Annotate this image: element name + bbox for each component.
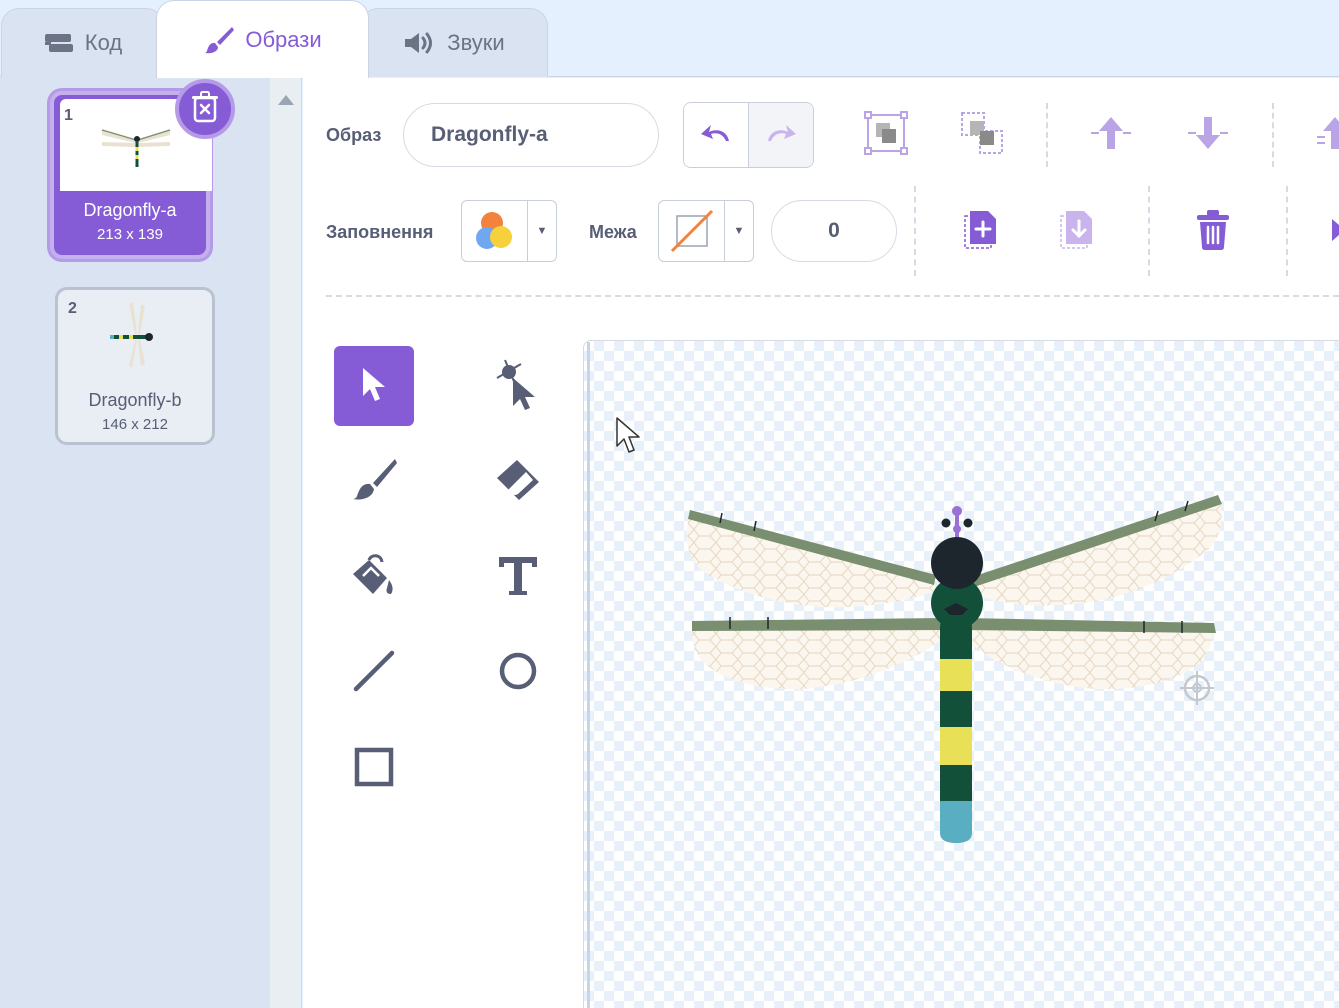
costume-name-input[interactable]: Dragonfly-a: [403, 103, 659, 167]
undo-button[interactable]: [684, 103, 749, 167]
flip-icon: [1329, 217, 1339, 248]
delete-costume-button[interactable]: [175, 79, 235, 139]
delete-button[interactable]: [1191, 208, 1235, 256]
paste-icon: [1058, 208, 1096, 257]
copy-button[interactable]: [959, 208, 1003, 256]
costume-size: 213 x 139: [97, 226, 163, 243]
redo-icon: [764, 121, 798, 150]
undo-icon: [699, 121, 733, 150]
costume-item[interactable]: 2 Dragonfly-b 146 x 212: [55, 287, 215, 445]
rectangle-icon: [352, 745, 396, 794]
tab-costumes-label: Образи: [245, 26, 322, 52]
fill-color-picker[interactable]: ▼: [461, 200, 557, 262]
fill-label: Заповнення: [326, 222, 434, 242]
ungroup-button[interactable]: [957, 110, 1007, 160]
rectangle-tool[interactable]: [334, 729, 414, 809]
costume-name: Dragonfly-b: [88, 390, 182, 410]
toolbar-divider: [1286, 186, 1288, 276]
code-icon: [43, 31, 75, 55]
eraser-tool[interactable]: [478, 442, 558, 522]
paint-editor: Образ Dragonfly-a Заповнення ▼ Межа ▼ 0: [303, 78, 1339, 1008]
toolbar-divider: [1148, 186, 1150, 276]
ungroup-icon: [960, 111, 1004, 160]
chevron-down-icon: ▼: [536, 225, 548, 237]
tab-code-label: Код: [84, 30, 123, 55]
paint-bucket-icon: [349, 552, 399, 603]
costume-name-label: Образ: [326, 125, 382, 145]
arrow-up-icon: [1089, 113, 1133, 158]
front-button[interactable]: [1313, 110, 1339, 160]
costume-number: 2: [68, 300, 77, 317]
backward-button[interactable]: [1185, 110, 1231, 160]
editor-tabs: Код Образи Звуки: [0, 0, 1339, 78]
costume-number: 1: [64, 107, 73, 124]
forward-button[interactable]: [1088, 110, 1134, 160]
trash-icon: [1195, 209, 1231, 256]
chevron-down-icon: ▼: [733, 225, 745, 237]
copy-icon: [962, 208, 1000, 257]
scroll-up-arrow-icon[interactable]: [278, 95, 294, 105]
trash-icon: [190, 90, 220, 128]
tab-sounds[interactable]: Звуки: [360, 8, 548, 77]
tab-code[interactable]: Код: [1, 8, 164, 77]
brush-icon: [349, 457, 399, 508]
toolbar-separator: [326, 295, 1339, 297]
redo-button[interactable]: [749, 103, 813, 167]
text-tool[interactable]: [478, 537, 558, 617]
group-button[interactable]: [861, 110, 911, 160]
text-icon: [495, 553, 541, 602]
outline-width-input[interactable]: 0: [771, 200, 897, 262]
mouse-pointer-icon: [615, 416, 643, 461]
undo-redo-group: [683, 102, 814, 168]
flip-button[interactable]: [1329, 216, 1339, 248]
drawing-canvas[interactable]: [583, 340, 1339, 1008]
crosshair-icon: [1180, 671, 1214, 705]
outline-swatch-icon: [659, 201, 725, 261]
toolbar-divider: [1046, 103, 1048, 167]
reshape-tool[interactable]: [478, 346, 558, 426]
reshape-icon: [493, 356, 543, 417]
outline-color-picker[interactable]: ▼: [658, 200, 754, 262]
fill-tool[interactable]: [334, 537, 414, 617]
toolbar-divider: [1272, 103, 1274, 167]
costume-list-scrollbar[interactable]: [270, 77, 302, 1008]
costume-name: Dragonfly-a: [83, 200, 177, 220]
paste-button[interactable]: [1055, 208, 1099, 256]
circle-tool[interactable]: [478, 633, 558, 713]
eraser-icon: [493, 458, 543, 507]
arrow-down-icon: [1186, 113, 1230, 158]
brush-icon: [203, 25, 235, 55]
dragonfly-drawing: [686, 495, 1222, 843]
toolbar-divider: [914, 186, 916, 276]
outline-label: Межа: [589, 222, 637, 242]
circle-icon: [496, 649, 540, 698]
costume-thumbnail: [105, 300, 161, 375]
brush-tool[interactable]: [334, 442, 414, 522]
arrow-cursor-icon: [357, 364, 391, 409]
line-icon: [351, 648, 397, 699]
line-tool[interactable]: [334, 633, 414, 713]
canvas-left-border: [587, 342, 590, 1008]
arrow-up-front-icon: [1313, 113, 1339, 158]
tab-sounds-label: Звуки: [447, 30, 505, 55]
fill-swatch-icon: [462, 201, 528, 261]
tab-costumes[interactable]: Образи: [156, 0, 369, 78]
group-icon: [864, 110, 908, 160]
costume-size: 146 x 212: [102, 416, 168, 433]
speaker-icon: [403, 30, 437, 56]
select-tool[interactable]: [334, 346, 414, 426]
